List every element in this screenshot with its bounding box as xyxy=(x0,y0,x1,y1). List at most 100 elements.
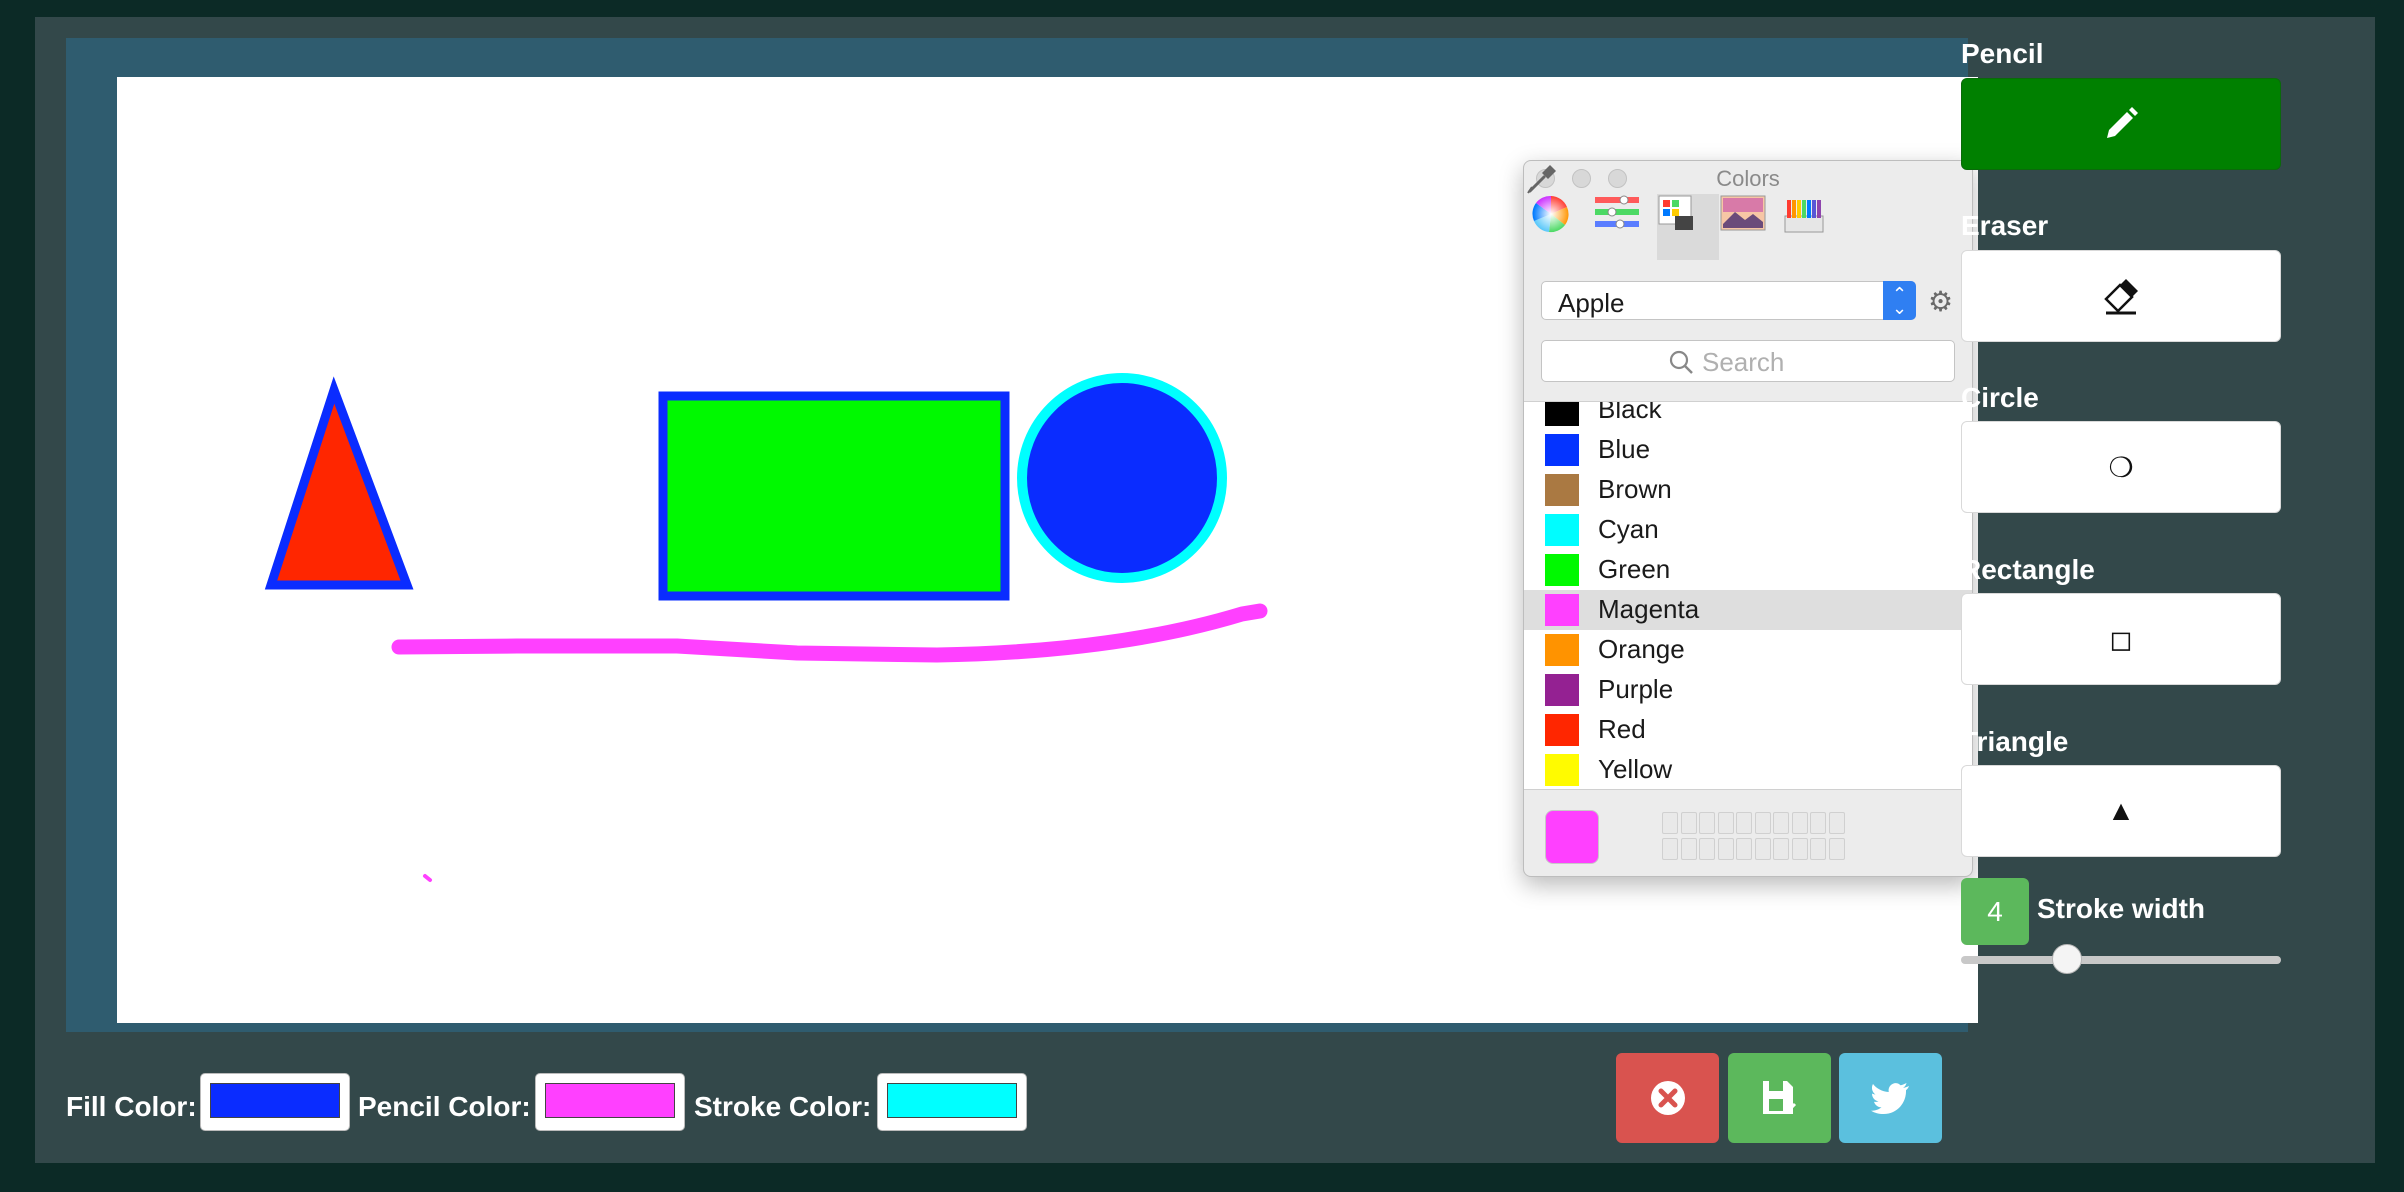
color-well[interactable] xyxy=(1773,838,1789,860)
stroke-color-swatch xyxy=(887,1083,1017,1118)
color-palettes-tab[interactable] xyxy=(1657,194,1719,260)
color-name: Cyan xyxy=(1598,514,1659,544)
color-well[interactable] xyxy=(1791,812,1808,834)
color-well[interactable] xyxy=(1773,812,1789,834)
fill-color-label: Fill Color: xyxy=(66,1091,197,1122)
drawing-canvas[interactable]: Colors Apple ⌃ ⌄ ⚙ Search Black Blue Bro… xyxy=(117,77,1978,1023)
eraser-tool-button[interactable] xyxy=(1961,250,2281,342)
circle-label: Circle xyxy=(1961,382,2039,413)
color-list-item[interactable]: Orange xyxy=(1524,630,1972,670)
colors-panel[interactable]: Colors Apple ⌃ ⌄ ⚙ Search Black Blue Bro… xyxy=(1523,160,1973,877)
palette-select-value: Apple xyxy=(1558,288,1625,318)
save-icon xyxy=(1762,1081,1796,1114)
crayons-icon xyxy=(1784,200,1824,233)
color-swatch xyxy=(1545,594,1579,626)
pencil-color-label: Pencil Color: xyxy=(358,1091,531,1122)
color-name: Black xyxy=(1598,401,1662,424)
app-container: Colors Apple ⌃ ⌄ ⚙ Search Black Blue Bro… xyxy=(35,17,2375,1163)
color-name: Brown xyxy=(1598,474,1672,504)
twitter-icon xyxy=(1870,1083,1909,1114)
rectangle-label: Rectangle xyxy=(1961,554,2095,585)
color-list-item[interactable]: Blue xyxy=(1524,430,1972,470)
color-name: Orange xyxy=(1598,634,1685,664)
color-sliders-tab[interactable] xyxy=(1594,194,1656,260)
color-wheel-icon xyxy=(1532,195,1569,233)
color-swatch xyxy=(1545,754,1579,786)
color-list[interactable]: Black Blue Brown Cyan Green Magenta Orange Purp… xyxy=(1524,401,1972,790)
stroke-width-slider[interactable] xyxy=(1961,956,2281,964)
color-swatch xyxy=(1545,402,1579,426)
stroke-width-slider-thumb[interactable] xyxy=(2051,944,2082,974)
pencil-tool-button[interactable] xyxy=(1961,78,2281,170)
panel-title: Colors xyxy=(1716,166,1780,191)
fill-color-swatch xyxy=(210,1083,340,1118)
color-well[interactable] xyxy=(1791,838,1808,860)
save-button[interactable] xyxy=(1728,1053,1831,1143)
color-name: Red xyxy=(1598,714,1646,744)
color-well[interactable] xyxy=(1680,838,1697,860)
color-name: Yellow xyxy=(1598,754,1673,784)
image-palettes-icon xyxy=(1720,195,1766,231)
color-list-item[interactable]: Red xyxy=(1524,710,1972,750)
circle-tool-button[interactable]: ❍ xyxy=(1961,421,2281,513)
pencil-label: Pencil xyxy=(1961,38,2044,69)
eyedropper-icon[interactable] xyxy=(1524,161,1558,195)
rectangle-tool-button[interactable]: ◻ xyxy=(1961,593,2281,685)
stroke-color-label: Stroke Color: xyxy=(694,1091,872,1122)
pencil-color-input[interactable] xyxy=(535,1073,685,1131)
color-well[interactable] xyxy=(1662,812,1678,834)
triangle-tool-button[interactable]: ▲ xyxy=(1961,765,2281,857)
stroke-color-input[interactable] xyxy=(877,1073,1027,1131)
gear-icon[interactable]: ⚙ xyxy=(1928,285,1953,318)
search-placeholder: Search xyxy=(1702,347,1785,377)
current-color-swatch[interactable] xyxy=(1545,810,1599,864)
color-well[interactable] xyxy=(1699,812,1715,834)
color-list-item[interactable]: Magenta xyxy=(1524,590,1972,630)
color-well[interactable] xyxy=(1810,838,1826,860)
color-well[interactable] xyxy=(1754,812,1771,834)
color-name: Blue xyxy=(1598,434,1651,464)
color-swatch xyxy=(1545,714,1579,746)
select-arrows-icon: ⌃ ⌄ xyxy=(1883,281,1916,320)
color-well[interactable] xyxy=(1736,812,1752,834)
rectangle-icon: ◻ xyxy=(2109,623,2133,655)
color-well[interactable] xyxy=(1662,838,1678,860)
color-swatch xyxy=(1545,434,1579,466)
fill-color-input[interactable] xyxy=(200,1073,350,1131)
canvas-frame: Colors Apple ⌃ ⌄ ⚙ Search Black Blue Bro… xyxy=(66,38,1978,1032)
color-list-item[interactable]: Black xyxy=(1524,401,1972,430)
color-list-item[interactable]: Brown xyxy=(1524,470,1972,510)
triangle-label: Triangle xyxy=(1961,726,2069,757)
times-circle-icon xyxy=(1650,1081,1685,1115)
circle-icon: ❍ xyxy=(2108,451,2134,483)
pencil-color-swatch xyxy=(545,1083,675,1118)
color-well[interactable] xyxy=(1736,838,1752,860)
color-swatch xyxy=(1545,634,1579,666)
drawn-pencil-line xyxy=(391,603,1268,663)
twitter-button[interactable] xyxy=(1839,1053,1942,1143)
color-well[interactable] xyxy=(1810,812,1826,834)
palette-select[interactable]: Apple ⌃ ⌄ xyxy=(1541,281,1916,320)
eraser-label: Eraser xyxy=(1961,210,2049,241)
color-well[interactable] xyxy=(1828,838,1845,860)
drawn-triangle xyxy=(264,376,414,590)
color-well[interactable] xyxy=(1754,838,1771,860)
color-well[interactable] xyxy=(1828,812,1845,834)
color-well[interactable] xyxy=(1699,838,1715,860)
color-wheel-tab[interactable] xyxy=(1531,194,1593,260)
color-swatch xyxy=(1545,674,1579,706)
color-well[interactable] xyxy=(1717,838,1734,860)
sliders-icon xyxy=(1595,195,1639,229)
color-well[interactable] xyxy=(1680,812,1697,834)
color-list-item[interactable]: Green xyxy=(1524,550,1972,590)
color-well[interactable] xyxy=(1717,812,1734,834)
crayons-tab[interactable] xyxy=(1783,194,1845,260)
drawn-circle xyxy=(1017,373,1227,583)
clear-button[interactable] xyxy=(1616,1053,1719,1143)
color-list-item[interactable]: Cyan xyxy=(1524,510,1972,550)
color-list-item[interactable]: Purple xyxy=(1524,670,1972,710)
color-search-input[interactable]: Search xyxy=(1541,340,1955,382)
color-name: Green xyxy=(1598,554,1671,584)
image-palettes-tab[interactable] xyxy=(1720,194,1782,260)
color-list-item[interactable]: Yellow xyxy=(1524,750,1972,789)
